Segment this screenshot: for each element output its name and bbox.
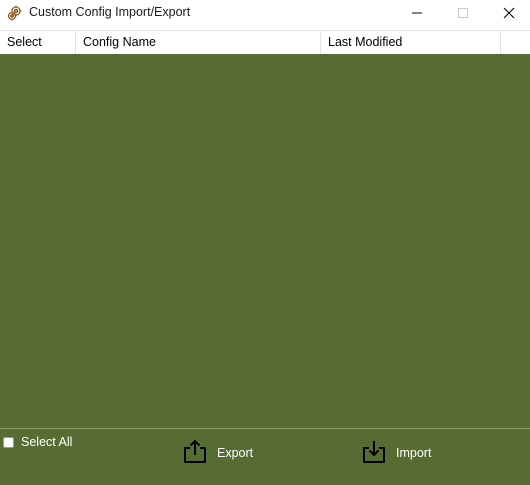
checkbox-box[interactable] xyxy=(3,436,14,448)
import-button[interactable]: Import xyxy=(361,439,431,467)
column-header-config-name[interactable]: Config Name xyxy=(76,31,321,54)
column-header-filler xyxy=(501,31,530,54)
maximize-icon xyxy=(458,8,468,18)
window-title: Custom Config Import/Export xyxy=(29,5,191,19)
select-all-label[interactable]: Select All xyxy=(21,435,72,449)
minimize-button[interactable] xyxy=(394,0,440,26)
export-icon xyxy=(182,438,208,469)
config-list[interactable] xyxy=(0,54,530,428)
footer-bar: Select All Export Import xyxy=(0,428,530,485)
table-header: Select Config Name Last Modified xyxy=(0,30,530,54)
column-header-last-modified[interactable]: Last Modified xyxy=(321,31,501,54)
title-bar: Custom Config Import/Export xyxy=(0,0,530,26)
close-button[interactable] xyxy=(486,0,530,26)
minimize-icon xyxy=(412,12,422,14)
select-all-checkbox[interactable]: Select All xyxy=(3,435,72,449)
maximize-button xyxy=(440,0,486,26)
column-header-select[interactable]: Select xyxy=(0,31,76,54)
export-button[interactable]: Export xyxy=(182,439,253,467)
close-icon xyxy=(503,7,515,19)
import-icon xyxy=(361,438,387,469)
app-gear-icon xyxy=(6,4,24,22)
import-label: Import xyxy=(396,446,432,460)
export-label: Export xyxy=(217,446,254,460)
